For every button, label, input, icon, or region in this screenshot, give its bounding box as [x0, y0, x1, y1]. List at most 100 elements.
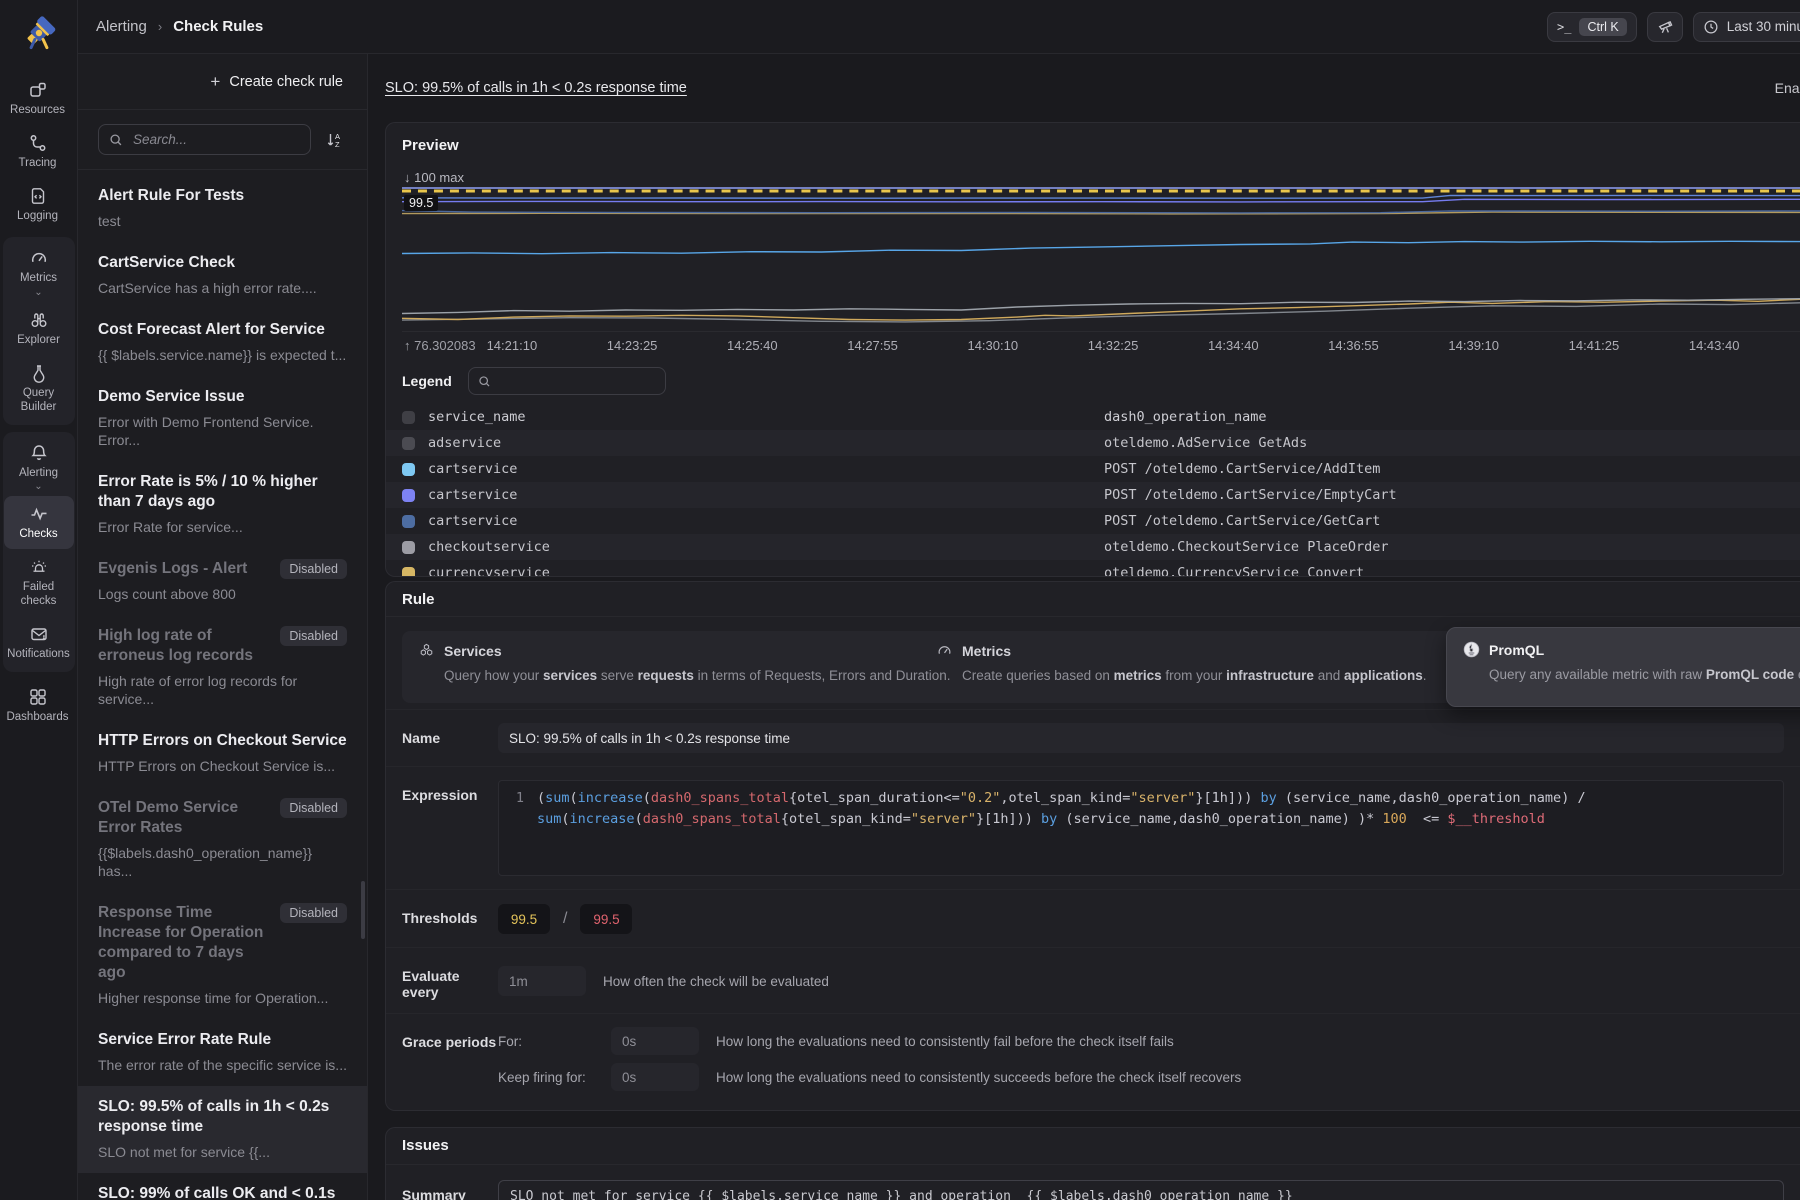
sidebar-item-tracing[interactable]: Tracing [3, 125, 73, 178]
summary-row: Summary [386, 1165, 1800, 1200]
chart-max-label: ↓ 100 max [404, 170, 464, 185]
mode-description: Query any available metric with raw Prom… [1489, 665, 1800, 685]
series-color-swatch [402, 567, 415, 577]
series-line-gray-lower-2 [402, 303, 1800, 322]
dash0-logo[interactable] [17, 12, 61, 56]
promql-code: (sum(increase(dash0_spans_total{otel_spa… [537, 788, 1783, 868]
sidebar-item-label: Tracing [19, 157, 57, 171]
rule-list-item[interactable]: High log rate of erroneus log recordsDis… [78, 615, 367, 720]
time-range-button[interactable]: Last 30 minutes [1693, 12, 1800, 42]
sidebar-item-failed-checks[interactable]: Failed checks [4, 549, 74, 616]
rule-search-box [98, 124, 311, 155]
series-color-swatch [402, 437, 415, 450]
grace-for-input[interactable] [611, 1027, 699, 1055]
x-axis-tick: 14:32:25 [1088, 338, 1139, 353]
create-rule-row: + Create check rule [78, 54, 367, 110]
expression-row: Expression 1 (sum(increase(dash0_spans_t… [386, 766, 1800, 889]
breadcrumb-current: Check Rules [173, 18, 263, 35]
mode-title: PromQL [1489, 642, 1544, 658]
rule-name-input[interactable] [498, 723, 1784, 753]
chart-min-label: ↑ 76.302083 [404, 338, 476, 353]
sidebar-item-query-builder[interactable]: Query Builder [4, 355, 74, 422]
rule-item-description: test [98, 212, 347, 230]
sidebar-item-logging[interactable]: Logging [3, 178, 73, 231]
sidebar-item-dashboards[interactable]: Dashboards [3, 679, 73, 732]
rule-list-item[interactable]: HTTP Errors on Checkout Service HTTP Erro… [78, 720, 367, 787]
legend-search-input[interactable] [497, 373, 656, 390]
mode-option-promql-selected[interactable]: PromQL Query any available metric with r… [1446, 627, 1800, 707]
mode-option-metrics[interactable]: Metrics Create queries based on metrics … [936, 642, 1520, 686]
services-icon [418, 642, 435, 659]
sidebar-item-notifications[interactable]: Notifications [4, 616, 74, 669]
rule-list-item[interactable]: Response Time Increase for Operation com… [78, 892, 367, 1019]
name-label: Name [402, 723, 498, 753]
evaluate-interval-input[interactable] [498, 966, 586, 996]
legend-series-row[interactable]: cartservicePOST /oteldemo.CartService/Em… [386, 482, 1800, 508]
rule-section-title: Rule [386, 582, 1800, 617]
rule-list-item[interactable]: Alert Rule For Teststest [78, 175, 367, 242]
rule-list-item[interactable]: OTel Demo Service Error RatesDisabled{{$… [78, 787, 367, 892]
sidebar-item-checks[interactable]: Checks [4, 496, 74, 549]
sidebar-item-label: Explorer [17, 334, 60, 348]
series-color-swatch [402, 489, 415, 502]
failed-threshold-input[interactable] [580, 904, 632, 934]
rule-list-item[interactable]: Demo Service IssueError with Demo Fronte… [78, 376, 367, 461]
command-palette-button[interactable]: >_ Ctrl K [1547, 12, 1637, 42]
threshold-separator: / [563, 910, 567, 928]
create-check-rule-button[interactable]: + Create check rule [210, 72, 343, 92]
series-line-light-blue [402, 241, 1800, 253]
evaluate-label: Evaluate every [402, 961, 498, 1000]
sidebar-item-resources[interactable]: Resources [3, 72, 73, 125]
rule-item-title: HTTP Errors on Checkout Service [98, 731, 347, 751]
sidebar-item-alerting[interactable]: Alerting⌄ [4, 435, 74, 497]
issues-card: Issues Summary [385, 1127, 1800, 1200]
rule-list: Alert Rule For TeststestCartService Chec… [78, 170, 367, 1200]
sort-button[interactable]: A Z [325, 130, 345, 150]
legend-series-row[interactable]: cartservicePOST /oteldemo.CartService/Ge… [386, 508, 1800, 534]
rule-title-link[interactable]: SLO: 99.5% of calls in 1h < 0.2s respons… [385, 80, 687, 96]
sidebar-item-label: Notifications [7, 648, 70, 662]
mode-title: Metrics [962, 643, 1011, 659]
rail-group-metrics: Metrics⌄ Explorer Query Builder [3, 237, 75, 424]
legend-search-box [468, 367, 666, 395]
rule-item-description: {{$labels.dash0_operation_name}} has... [98, 844, 347, 880]
rule-item-title: CartService Check [98, 253, 347, 273]
legend-series-row[interactable]: currencyserviceoteldemo.CurrencyService … [386, 560, 1800, 576]
sidebar-item-explorer[interactable]: Explorer [4, 302, 74, 355]
rule-list-item[interactable]: Error Rate is 5% / 10 % higher than 7 da… [78, 461, 367, 548]
issue-summary-input[interactable] [498, 1180, 1784, 1200]
thresholds-label: Thresholds [402, 903, 498, 934]
rule-list-item[interactable]: Evgenis Logs - AlertDisabledLogs count a… [78, 548, 367, 615]
telescope-button[interactable] [1647, 12, 1683, 42]
legend-operation-name: POST /oteldemo.CartService/AddItem [1104, 461, 1800, 477]
rule-item-title: Demo Service Issue [98, 387, 347, 407]
legend-operation-name: oteldemo.AdService GetAds [1104, 435, 1800, 451]
line-number: 1 [499, 788, 537, 868]
rule-list-item[interactable]: Service Error Rate RuleThe error rate of… [78, 1019, 367, 1086]
rule-list-item[interactable]: SLO: 99.5% of calls in 1h < 0.2s respons… [78, 1086, 367, 1173]
terminal-prompt-icon: >_ [1557, 20, 1571, 34]
legend-operation-name: oteldemo.CurrencyService Convert [1104, 565, 1800, 576]
legend-series-row[interactable]: checkoutserviceoteldemo.CheckoutService … [386, 534, 1800, 560]
legend-series-row[interactable]: adserviceoteldemo.AdService GetAds [386, 430, 1800, 456]
degraded-threshold-input[interactable] [498, 904, 550, 934]
rule-item-title: High log rate of erroneus log records [98, 626, 272, 666]
x-axis-tick: 14:25:40 [727, 338, 778, 353]
rule-search-input[interactable] [131, 131, 300, 148]
rule-list-item[interactable]: Cost Forecast Alert for Service{{ $label… [78, 309, 367, 376]
rule-item-description: HTTP Errors on Checkout Service is... [98, 757, 347, 775]
list-scrollbar-thumb[interactable] [361, 881, 365, 939]
legend-service-name: cartservice [428, 461, 1104, 477]
breadcrumb: Alerting › Check Rules [96, 18, 263, 35]
grace-period-help: How long the evaluations need to consist… [716, 1070, 1241, 1085]
rule-detail-header: SLO: 99.5% of calls in 1h < 0.2s respons… [385, 54, 1800, 122]
promql-expression-editor[interactable]: 1 (sum(increase(dash0_spans_total{otel_s… [498, 780, 1784, 876]
sidebar-item-metrics[interactable]: Metrics⌄ [4, 240, 74, 302]
rule-list-item[interactable]: CartService CheckCartService has a high … [78, 242, 367, 309]
query-mode-selector: Services Query how your services serve r… [402, 627, 1800, 707]
rule-list-item[interactable]: SLO: 99% of calls OK and < 0.1s response… [78, 1173, 367, 1200]
mode-option-services[interactable]: Services Query how your services serve r… [418, 642, 1002, 686]
breadcrumb-alerting[interactable]: Alerting [96, 18, 147, 35]
legend-series-row[interactable]: cartservicePOST /oteldemo.CartService/Ad… [386, 456, 1800, 482]
grace-keep-firing-input[interactable] [611, 1063, 699, 1091]
